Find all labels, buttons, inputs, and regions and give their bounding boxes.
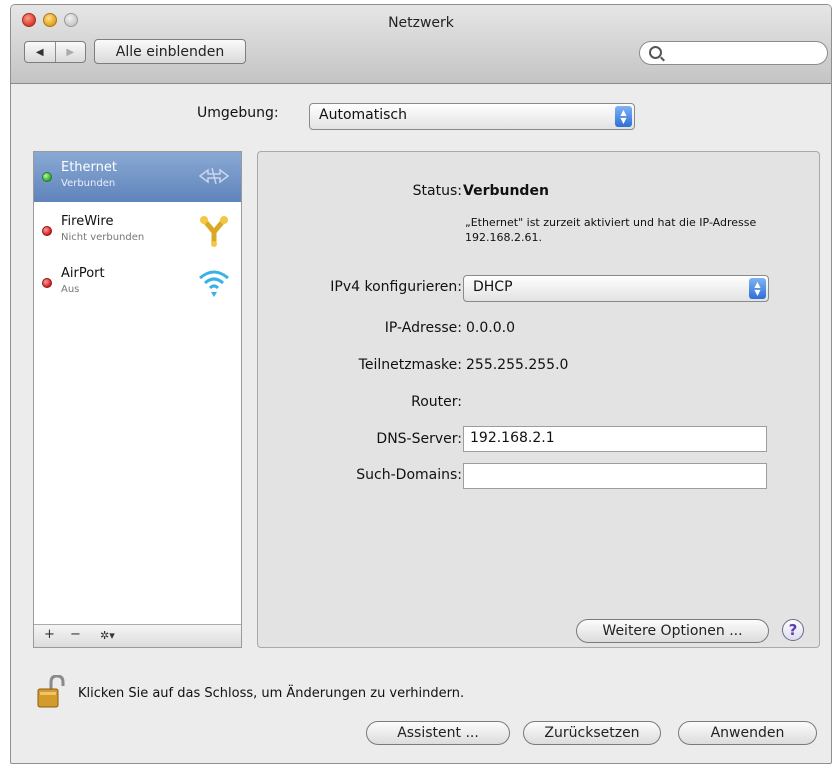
advanced-options-button[interactable]: Weitere Optionen ... xyxy=(576,619,769,643)
search-domains-label: Such-Domains: xyxy=(356,467,462,483)
service-item-ethernet[interactable]: Ethernet Verbunden xyxy=(34,152,241,202)
add-service-button[interactable]: + xyxy=(44,627,55,642)
window-title: Netzwerk xyxy=(388,15,454,31)
lock-hint-text: Klicken Sie auf das Schloss, um Änderung… xyxy=(78,686,465,701)
service-item-airport[interactable]: AirPort Aus xyxy=(34,258,241,308)
location-popup[interactable]: Automatisch ▲ ▼ xyxy=(309,103,635,130)
service-name: Ethernet xyxy=(61,160,117,175)
status-value: Verbunden xyxy=(463,183,549,199)
action-menu-button[interactable]: ✲▾ xyxy=(100,629,115,642)
popup-arrows-icon: ▲ ▼ xyxy=(615,106,632,127)
network-preferences-window: Netzwerk ◀ ▶ Alle einblenden Umgebung: A… xyxy=(10,4,832,764)
apply-button[interactable]: Anwenden xyxy=(678,721,817,745)
ipv4-value: DHCP xyxy=(473,279,513,295)
help-button[interactable]: ? xyxy=(782,619,804,641)
status-green-icon xyxy=(42,172,52,182)
status-note: „Ethernet" ist zurzeit aktiviert und hat… xyxy=(465,216,757,244)
forward-button[interactable]: ▶ xyxy=(56,42,86,62)
show-all-button[interactable]: Alle einblenden xyxy=(94,39,246,64)
lock-icon[interactable] xyxy=(36,675,66,709)
service-list-toolbar: + − ✲▾ xyxy=(34,624,241,647)
status-label: Status: xyxy=(412,183,462,199)
service-item-firewire[interactable]: FireWire Nicht verbunden xyxy=(34,206,241,256)
subnet-mask-value: 255.255.255.0 xyxy=(466,357,569,373)
back-forward-control: ◀ ▶ xyxy=(24,41,86,63)
ipv4-label: IPv4 konfigurieren: xyxy=(330,279,462,295)
ipv4-config-popup[interactable]: DHCP ▲ ▼ xyxy=(463,275,769,302)
remove-service-button[interactable]: − xyxy=(70,627,81,642)
router-label: Router: xyxy=(411,394,462,410)
revert-button[interactable]: Zurücksetzen xyxy=(523,721,661,745)
dns-server-field[interactable]: 192.168.2.1 xyxy=(463,426,767,452)
airport-wifi-icon xyxy=(199,270,229,297)
title-bar: Netzwerk ◀ ▶ Alle einblenden xyxy=(11,5,831,84)
assistant-button[interactable]: Assistent ... xyxy=(366,721,510,745)
firewire-icon xyxy=(200,216,228,247)
location-value: Automatisch xyxy=(319,107,407,123)
service-list: Ethernet Verbunden FireWire Nicht verbun… xyxy=(33,151,242,648)
status-red-icon xyxy=(42,278,52,288)
location-label: Umgebung: xyxy=(197,105,279,121)
dns-server-label: DNS-Server: xyxy=(376,431,462,447)
service-status: Verbunden xyxy=(61,178,116,189)
back-button[interactable]: ◀ xyxy=(25,42,56,62)
service-name: AirPort xyxy=(61,266,105,281)
popup-arrows-icon: ▲ ▼ xyxy=(749,278,766,299)
subnet-mask-label: Teilnetzmaske: xyxy=(358,357,462,373)
ip-address-value: 0.0.0.0 xyxy=(466,320,515,336)
service-status: Aus xyxy=(61,284,80,295)
search-field[interactable] xyxy=(639,41,828,65)
status-red-icon xyxy=(42,226,52,236)
ip-address-label: IP-Adresse: xyxy=(384,320,462,336)
search-icon xyxy=(649,46,662,59)
service-status: Nicht verbunden xyxy=(61,232,145,243)
service-detail-panel: Status: Verbunden „Ethernet" ist zurzeit… xyxy=(257,151,820,648)
search-domains-field[interactable] xyxy=(463,463,767,489)
service-name: FireWire xyxy=(61,214,114,229)
ethernet-icon xyxy=(198,167,230,185)
